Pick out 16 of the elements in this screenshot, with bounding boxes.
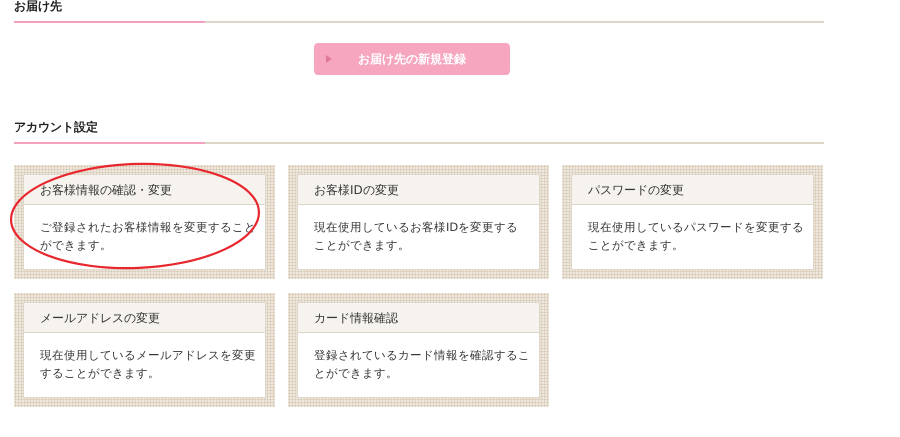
section-heading: アカウント設定: [14, 119, 99, 136]
menu-card[interactable]: メールアドレスの変更 現在使用しているメールアドレスを変更することができます。: [14, 293, 275, 407]
menu-card[interactable]: カード情報確認 登録されているカード情報を確認することができます。: [288, 293, 549, 407]
card-title: お客様情報の確認・変更: [24, 175, 265, 205]
card-title: お客様IDの変更: [298, 175, 539, 205]
menu-card[interactable]: お客様IDの変更 現在使用しているお客様IDを変更することができます。: [288, 165, 549, 279]
card-description: 現在使用しているお客様IDを変更することができます。: [313, 219, 520, 254]
menu-card[interactable]: パスワードの変更 現在使用しているパスワードを変更することができます。: [562, 165, 823, 279]
card-description: 現在使用しているメールアドレスを変更することができます。: [39, 347, 257, 382]
card-title: パスワードの変更: [572, 175, 813, 205]
card-title: メールアドレスの変更: [24, 303, 265, 333]
card-title: カード情報確認: [298, 303, 539, 333]
section-heading: お届け先: [14, 0, 63, 15]
card-description: 現在使用しているパスワードを変更することができます。: [587, 219, 805, 254]
play-icon: [326, 55, 332, 63]
card-description: 登録されているカード情報を確認することができます。: [313, 347, 531, 382]
